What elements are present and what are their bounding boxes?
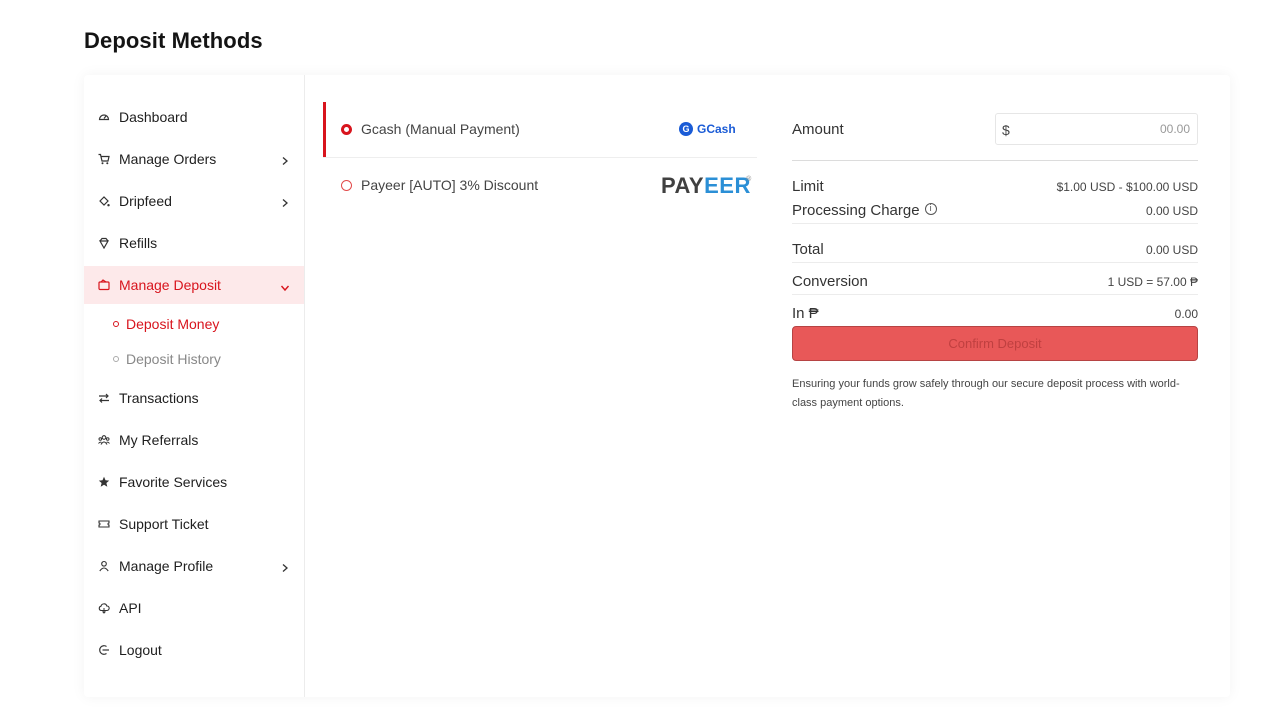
sidebar-item-manage-orders[interactable]: Manage Orders — [84, 140, 304, 178]
user-icon — [97, 559, 111, 573]
chevron-down-icon — [280, 283, 290, 293]
in-php-value: 0.00 — [1174, 307, 1198, 321]
amount-label: Amount — [792, 121, 844, 138]
sidebar-item-label: Dripfeed — [119, 193, 172, 209]
sidebar: Dashboard Manage Orders Dripfeed Refills… — [84, 75, 305, 697]
sidebar-item-my-referrals[interactable]: My Referrals — [84, 421, 304, 459]
method-payeer[interactable]: Payeer [AUTO] 3% Discount PAYEER ® — [323, 157, 757, 212]
bullet-icon — [113, 321, 119, 327]
sidebar-item-dashboard[interactable]: Dashboard — [84, 98, 304, 136]
sidebar-item-label: Logout — [119, 642, 162, 658]
sidebar-item-label: Favorite Services — [119, 474, 228, 490]
sidebar-item-refills[interactable]: Refills — [84, 224, 304, 262]
bullet-icon — [113, 356, 119, 362]
sidebar-item-label: Manage Profile — [119, 558, 214, 574]
sidebar-item-api[interactable]: API — [84, 589, 304, 627]
star-icon — [97, 475, 111, 489]
sidebar-item-label: Manage Deposit — [119, 277, 221, 293]
payeer-logo: PAYEER ® — [661, 173, 752, 198]
sidebar-item-manage-profile[interactable]: Manage Profile — [84, 547, 304, 585]
sidebar-item-dripfeed[interactable]: Dripfeed — [84, 182, 304, 220]
deposit-note: Ensuring your funds grow safely through … — [792, 378, 1180, 409]
wallet-icon — [97, 278, 111, 292]
processing-charge-label: Processing Charge i — [792, 202, 937, 219]
confirm-deposit-button[interactable]: Confirm Deposit — [792, 326, 1198, 361]
sidebar-item-label: Support Ticket — [119, 516, 209, 532]
currency-symbol: $ — [1002, 122, 1010, 138]
amount-field[interactable]: $ — [995, 113, 1198, 145]
cloud-icon — [97, 601, 111, 615]
sidebar-item-label: Refills — [119, 235, 158, 251]
method-label: Gcash (Manual Payment) — [361, 121, 520, 137]
method-label: Payeer [AUTO] 3% Discount — [361, 177, 539, 193]
gcash-logo-text: GCash — [697, 122, 736, 136]
referrals-icon — [97, 433, 111, 447]
processing-charge-value: 0.00 USD — [1145, 204, 1198, 218]
dripfeed-icon — [97, 194, 111, 208]
divider — [792, 262, 1198, 263]
info-icon[interactable]: i — [924, 203, 937, 216]
sidebar-subitem-deposit-history[interactable]: Deposit History — [84, 344, 304, 374]
sidebar-subitem-label: Deposit Money — [126, 316, 220, 332]
sidebar-item-logout[interactable]: Logout — [84, 631, 304, 669]
conversion-value: 1 USD = 57.00 ₱ — [1107, 275, 1198, 289]
sidebar-item-support-ticket[interactable]: Support Ticket — [84, 505, 304, 543]
deposit-summary: Amount $ Limit $1.00 USD - $100.00 USD P… — [792, 75, 1198, 475]
ticket-icon — [97, 517, 111, 531]
sidebar-subitem-deposit-money[interactable]: Deposit Money — [84, 309, 304, 339]
page-title: Deposit Methods — [84, 28, 263, 53]
method-radio[interactable] — [341, 124, 352, 135]
limit-value: $1.00 USD - $100.00 USD — [1056, 180, 1198, 194]
sidebar-item-label: Transactions — [119, 390, 199, 406]
method-radio[interactable] — [341, 180, 352, 191]
sidebar-subitem-label: Deposit History — [126, 351, 221, 367]
chevron-right-icon — [280, 198, 290, 208]
sidebar-item-label: Dashboard — [119, 109, 188, 125]
gcash-logo: G GCash — [679, 122, 736, 136]
sidebar-item-transactions[interactable]: Transactions — [84, 379, 304, 417]
divider — [792, 160, 1198, 161]
deposit-card: Dashboard Manage Orders Dripfeed Refills… — [84, 75, 1230, 697]
logout-icon — [97, 643, 111, 657]
conversion-label: Conversion — [792, 273, 868, 290]
total-label: Total — [792, 241, 824, 258]
sidebar-item-label: Manage Orders — [119, 151, 217, 167]
chevron-right-icon — [280, 156, 290, 166]
refills-icon — [97, 236, 111, 250]
total-value: 0.00 USD — [1145, 243, 1198, 257]
divider — [792, 223, 1198, 224]
limit-label: Limit — [792, 178, 824, 195]
method-gcash[interactable]: Gcash (Manual Payment) G GCash — [323, 102, 757, 157]
sidebar-item-manage-deposit[interactable]: Manage Deposit — [84, 266, 304, 304]
sidebar-item-favorite-services[interactable]: Favorite Services — [84, 463, 304, 501]
divider — [792, 294, 1198, 295]
chevron-right-icon — [280, 563, 290, 573]
dashboard-icon — [97, 110, 111, 124]
transfer-icon — [97, 391, 111, 405]
in-php-label: In ₱ — [792, 305, 819, 322]
sidebar-item-label: API — [119, 600, 142, 616]
gcash-logo-mark: G — [679, 122, 693, 136]
cart-icon — [97, 152, 111, 166]
sidebar-item-label: My Referrals — [119, 432, 199, 448]
amount-input[interactable] — [1016, 114, 1194, 144]
